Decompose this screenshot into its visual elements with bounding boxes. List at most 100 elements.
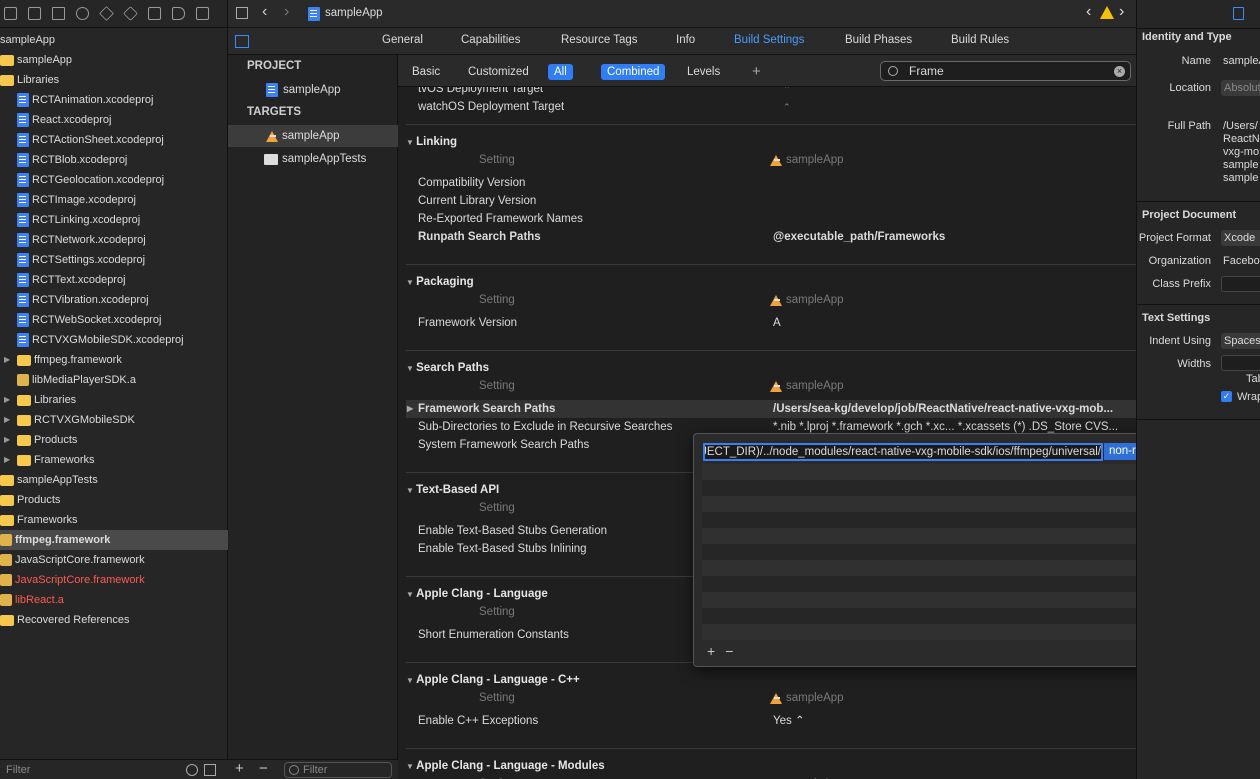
targets-filter-input[interactable]: Filter — [284, 762, 392, 778]
search-path-input[interactable]: $(PROJECT_DIR)/../node_modules/react-nat… — [703, 443, 1103, 461]
add-target-button[interactable]: + — [235, 760, 244, 777]
disclosure-triangle-icon[interactable]: ▼ — [406, 762, 416, 771]
navigator-item[interactable]: RCTGeolocation.xcodeproj — [0, 170, 228, 190]
setting-row[interactable]: ▶ Framework Search Paths/Users/sea-kg/dev… — [406, 400, 1136, 418]
navigator-item[interactable]: ▶ RCTVXGMobileSDK — [0, 410, 228, 430]
view-combined[interactable]: Combined — [601, 64, 666, 80]
class-prefix-field[interactable] — [1221, 276, 1260, 292]
navigator-item[interactable]: sampleApp — [0, 50, 228, 70]
navigator-item[interactable]: RCTWebSocket.xcodeproj — [0, 310, 228, 330]
setting-row[interactable]: Re-Exported Framework Names — [406, 210, 1136, 228]
add-path-button[interactable]: + — [707, 643, 715, 659]
disclosure-triangle-icon[interactable]: ▼ — [406, 486, 416, 495]
view-levels[interactable]: Levels — [681, 64, 726, 80]
setting-row[interactable]: Current Library Version — [406, 192, 1136, 210]
setting-row[interactable]: Compatibility Version — [406, 174, 1136, 192]
disclosure-triangle-icon[interactable]: ▼ — [406, 278, 416, 287]
setting-value[interactable]: /Users/sea-kg/develop/job/ReactNative/re… — [773, 400, 1136, 418]
project-item[interactable]: sampleApp — [228, 79, 398, 101]
disclosure-triangle-icon[interactable]: ▶ — [4, 350, 17, 370]
scm-filter-icon[interactable] — [204, 764, 216, 776]
navigator-item[interactable]: RCTVibration.xcodeproj — [0, 290, 228, 310]
stepper-icon[interactable]: ⌃ — [783, 98, 1136, 116]
setting-value[interactable]: A — [773, 314, 1136, 332]
location-select[interactable]: Absolute — [1221, 80, 1260, 96]
back-chevron-icon[interactable]: ‹ — [262, 3, 267, 21]
navigator-item[interactable]: JavaScriptCore.framework — [0, 570, 228, 590]
navigator-item[interactable]: RCTText.xcodeproj — [0, 270, 228, 290]
navigator-item[interactable]: Frameworks — [0, 510, 228, 530]
disclosure-triangle-icon[interactable]: ▼ — [406, 676, 416, 685]
path-list-row[interactable] — [702, 528, 1202, 544]
section-header[interactable]: ▼ Linking — [406, 129, 1136, 155]
project-format-select[interactable]: Xcode — [1221, 230, 1260, 246]
path-list-row[interactable] — [702, 464, 1202, 480]
navigator-item[interactable]: ffmpeg.framework — [0, 530, 228, 550]
path-list-row[interactable] — [702, 480, 1202, 496]
tab-build-settings[interactable]: Build Settings — [734, 34, 804, 46]
navigator-item[interactable]: RCTBlob.xcodeproj — [0, 150, 228, 170]
navigator-item[interactable]: sampleApp — [0, 30, 228, 50]
stepper-icon[interactable]: ⌃ — [783, 87, 1136, 98]
path-list-row[interactable] — [702, 512, 1202, 528]
filter-customized[interactable]: Customized — [462, 64, 535, 80]
disclosure-triangle-icon[interactable]: ▶ — [4, 390, 17, 410]
tab-general[interactable]: General — [382, 34, 423, 46]
setting-row[interactable]: Enable C++ Exceptions Yes ⌃ — [406, 712, 1136, 730]
setting-row[interactable]: Runpath Search Paths @executable_path/Fra… — [406, 228, 1136, 246]
target-item-sampleapp[interactable]: sampleApp — [228, 125, 398, 147]
navigator-item[interactable]: RCTSettings.xcodeproj — [0, 250, 228, 270]
source-control-icon[interactable] — [28, 7, 41, 20]
next-issue-icon[interactable]: › — [1119, 3, 1124, 21]
name-value[interactable]: sampleApp — [1223, 55, 1260, 67]
tab-resource-tags[interactable]: Resource Tags — [561, 34, 638, 46]
remove-target-button[interactable]: − — [259, 760, 268, 777]
recent-files-icon[interactable] — [186, 764, 198, 776]
debug-icon[interactable] — [148, 7, 161, 20]
section-header[interactable]: ▼ Packaging — [406, 269, 1136, 295]
navigator-item[interactable]: ▶ Frameworks — [0, 450, 228, 470]
indent-using-select[interactable]: Spaces — [1221, 333, 1260, 349]
navigator-item[interactable]: libMediaPlayerSDK.a — [0, 370, 228, 390]
clear-search-icon[interactable]: × — [1114, 66, 1125, 77]
disclosure-triangle-icon[interactable]: ▶ — [4, 430, 17, 450]
issue-warning-icon[interactable] — [99, 6, 114, 21]
navigator-item[interactable]: sampleAppTests — [0, 470, 228, 490]
disclosure-triangle-icon[interactable]: ▶ — [4, 410, 17, 430]
tab-info[interactable]: Info — [676, 34, 695, 46]
path-list-row[interactable] — [702, 576, 1202, 592]
related-items-icon[interactable] — [236, 7, 248, 19]
navigator-item[interactable]: Products — [0, 490, 228, 510]
target-item-sampleapptests[interactable]: sampleAppTests — [228, 148, 398, 170]
navigator-item[interactable]: RCTNetwork.xcodeproj — [0, 230, 228, 250]
section-header[interactable]: ▼ Apple Clang - Language - Modules — [406, 753, 1136, 779]
navigator-item[interactable]: RCTActionSheet.xcodeproj — [0, 130, 228, 150]
search-input[interactable]: Frame — [909, 64, 944, 78]
tab-build-rules[interactable]: Build Rules — [951, 34, 1009, 46]
file-inspector-icon[interactable] — [1233, 7, 1244, 20]
test-icon[interactable] — [123, 6, 138, 21]
disclosure-triangle-icon[interactable]: ▼ — [406, 364, 416, 373]
navigator-item[interactable]: React.xcodeproj — [0, 110, 228, 130]
setting-row[interactable]: watchOS Deployment Target ⌃ — [406, 98, 1136, 116]
wrap-checkbox[interactable]: ✓ — [1221, 391, 1232, 402]
forward-chevron-icon[interactable]: › — [284, 3, 289, 21]
tab-capabilities[interactable]: Capabilities — [461, 34, 520, 46]
navigator-item[interactable]: RCTAnimation.xcodeproj — [0, 90, 228, 110]
navigator-item[interactable]: Recovered References — [0, 610, 228, 630]
navigator-item[interactable]: RCTLinking.xcodeproj — [0, 210, 228, 230]
tab-build-phases[interactable]: Build Phases — [845, 34, 912, 46]
disclosure-triangle-icon[interactable]: ▼ — [406, 590, 416, 599]
path-list-row[interactable] — [702, 592, 1202, 608]
setting-row[interactable]: tvOS Deployment Target ⌃ — [406, 87, 1136, 98]
path-list-row[interactable] — [702, 544, 1202, 560]
find-icon[interactable] — [76, 7, 89, 20]
navigator-filter-input[interactable]: Filter — [6, 764, 30, 776]
symbol-icon[interactable] — [52, 7, 65, 20]
filter-basic[interactable]: Basic — [406, 64, 446, 80]
show-targets-icon[interactable] — [235, 35, 249, 48]
path-list-row[interactable] — [702, 560, 1202, 576]
remove-path-button[interactable]: − — [725, 643, 733, 659]
disclosure-triangle-icon[interactable]: ▶ — [407, 400, 413, 418]
navigator-item[interactable]: RCTVXGMobileSDK.xcodeproj — [0, 330, 228, 350]
